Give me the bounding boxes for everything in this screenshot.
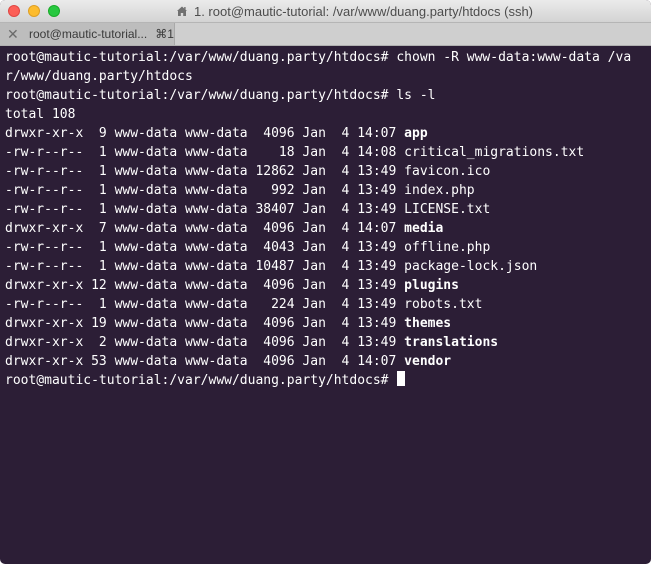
close-icon[interactable]: ✕ bbox=[7, 27, 21, 41]
command-text: chown -R www-data:www-data /va bbox=[396, 50, 632, 65]
directory-name: translations bbox=[404, 335, 499, 350]
file-attributes: -rw-r--r-- 1 www-data www-data 224 Jan 4… bbox=[5, 297, 405, 312]
file-attributes: -rw-r--r-- 1 www-data www-data 18 Jan 4 … bbox=[5, 145, 405, 160]
file-name: critical_migrations.txt bbox=[404, 145, 585, 160]
listing-row: -rw-r--r-- 1 www-data www-data 224 Jan 4… bbox=[5, 295, 645, 314]
listing-row: drwxr-xr-x 2 www-data www-data 4096 Jan … bbox=[5, 333, 645, 352]
listing-row: drwxr-xr-x 53 www-data www-data 4096 Jan… bbox=[5, 352, 645, 371]
file-attributes: -rw-r--r-- 1 www-data www-data 992 Jan 4… bbox=[5, 183, 405, 198]
command-text: r/www/duang.party/htdocs bbox=[5, 69, 193, 84]
directory-name: plugins bbox=[404, 278, 459, 293]
file-name: offline.php bbox=[404, 240, 491, 255]
listing-row: -rw-r--r-- 1 www-data www-data 4043 Jan … bbox=[5, 238, 645, 257]
window-title: 1. root@mautic-tutorial: /var/www/duang.… bbox=[193, 3, 534, 19]
file-attributes: drwxr-xr-x 7 www-data www-data 4096 Jan … bbox=[5, 221, 405, 236]
command-line: root@mautic-tutorial:/var/www/duang.part… bbox=[5, 86, 645, 105]
command-line-wrap: r/www/duang.party/htdocs bbox=[5, 67, 645, 86]
tab-shortcut: ⌘1 bbox=[155, 27, 174, 41]
listing-row: -rw-r--r-- 1 www-data www-data 38407 Jan… bbox=[5, 200, 645, 219]
tab-session-1[interactable]: ✕ root@mautic-tutorial... ⌘1 bbox=[0, 23, 175, 45]
listing-row: drwxr-xr-x 19 www-data www-data 4096 Jan… bbox=[5, 314, 645, 333]
title-bar[interactable]: 1. root@mautic-tutorial: /var/www/duang.… bbox=[0, 0, 651, 23]
prompt: root@mautic-tutorial:/var/www/duang.part… bbox=[5, 50, 397, 65]
command-text: ls -l bbox=[396, 88, 436, 103]
tab-bar: ✕ root@mautic-tutorial... ⌘1 bbox=[0, 23, 651, 46]
file-attributes: -rw-r--r-- 1 www-data www-data 38407 Jan… bbox=[5, 202, 405, 217]
file-attributes: -rw-r--r-- 1 www-data www-data 12862 Jan… bbox=[5, 164, 405, 179]
command-line: root@mautic-tutorial:/var/www/duang.part… bbox=[5, 48, 645, 67]
file-attributes: -rw-r--r-- 1 www-data www-data 4043 Jan … bbox=[5, 240, 405, 255]
directory-name: themes bbox=[404, 316, 452, 331]
file-attributes: drwxr-xr-x 2 www-data www-data 4096 Jan … bbox=[5, 335, 405, 350]
listing-row: drwxr-xr-x 7 www-data www-data 4096 Jan … bbox=[5, 219, 645, 238]
prompt: root@mautic-tutorial:/var/www/duang.part… bbox=[5, 373, 397, 388]
directory-name: vendor bbox=[404, 354, 452, 369]
home-folder-icon bbox=[176, 6, 187, 16]
file-name: package-lock.json bbox=[404, 259, 538, 274]
file-attributes: drwxr-xr-x 9 www-data www-data 4096 Jan … bbox=[5, 126, 405, 141]
file-name: favicon.ico bbox=[404, 164, 491, 179]
listing-row: -rw-r--r-- 1 www-data www-data 992 Jan 4… bbox=[5, 181, 645, 200]
listing-row: -rw-r--r-- 1 www-data www-data 18 Jan 4 … bbox=[5, 143, 645, 162]
prompt: root@mautic-tutorial:/var/www/duang.part… bbox=[5, 88, 397, 103]
directory-name: media bbox=[404, 221, 444, 236]
file-attributes: -rw-r--r-- 1 www-data www-data 10487 Jan… bbox=[5, 259, 405, 274]
listing-total: total 108 bbox=[5, 107, 76, 122]
file-name: robots.txt bbox=[404, 297, 483, 312]
directory-listing: drwxr-xr-x 9 www-data www-data 4096 Jan … bbox=[5, 124, 645, 371]
directory-name: app bbox=[404, 126, 428, 141]
window-title-area: 1. root@mautic-tutorial: /var/www/duang.… bbox=[0, 0, 651, 22]
listing-row: drwxr-xr-x 12 www-data www-data 4096 Jan… bbox=[5, 276, 645, 295]
file-name: index.php bbox=[404, 183, 475, 198]
file-attributes: drwxr-xr-x 53 www-data www-data 4096 Jan… bbox=[5, 354, 405, 369]
listing-row: -rw-r--r-- 1 www-data www-data 12862 Jan… bbox=[5, 162, 645, 181]
command-line: root@mautic-tutorial:/var/www/duang.part… bbox=[5, 371, 645, 390]
file-name: LICENSE.txt bbox=[404, 202, 491, 217]
tab-label: root@mautic-tutorial... bbox=[29, 27, 148, 41]
terminal-output[interactable]: root@mautic-tutorial:/var/www/duang.part… bbox=[5, 48, 645, 390]
file-attributes: drwxr-xr-x 12 www-data www-data 4096 Jan… bbox=[5, 278, 405, 293]
text-cursor bbox=[397, 371, 406, 386]
file-attributes: drwxr-xr-x 19 www-data www-data 4096 Jan… bbox=[5, 316, 405, 331]
listing-row: -rw-r--r-- 1 www-data www-data 10487 Jan… bbox=[5, 257, 645, 276]
listing-row: drwxr-xr-x 9 www-data www-data 4096 Jan … bbox=[5, 124, 645, 143]
terminal-window: 1. root@mautic-tutorial: /var/www/duang.… bbox=[0, 0, 651, 564]
